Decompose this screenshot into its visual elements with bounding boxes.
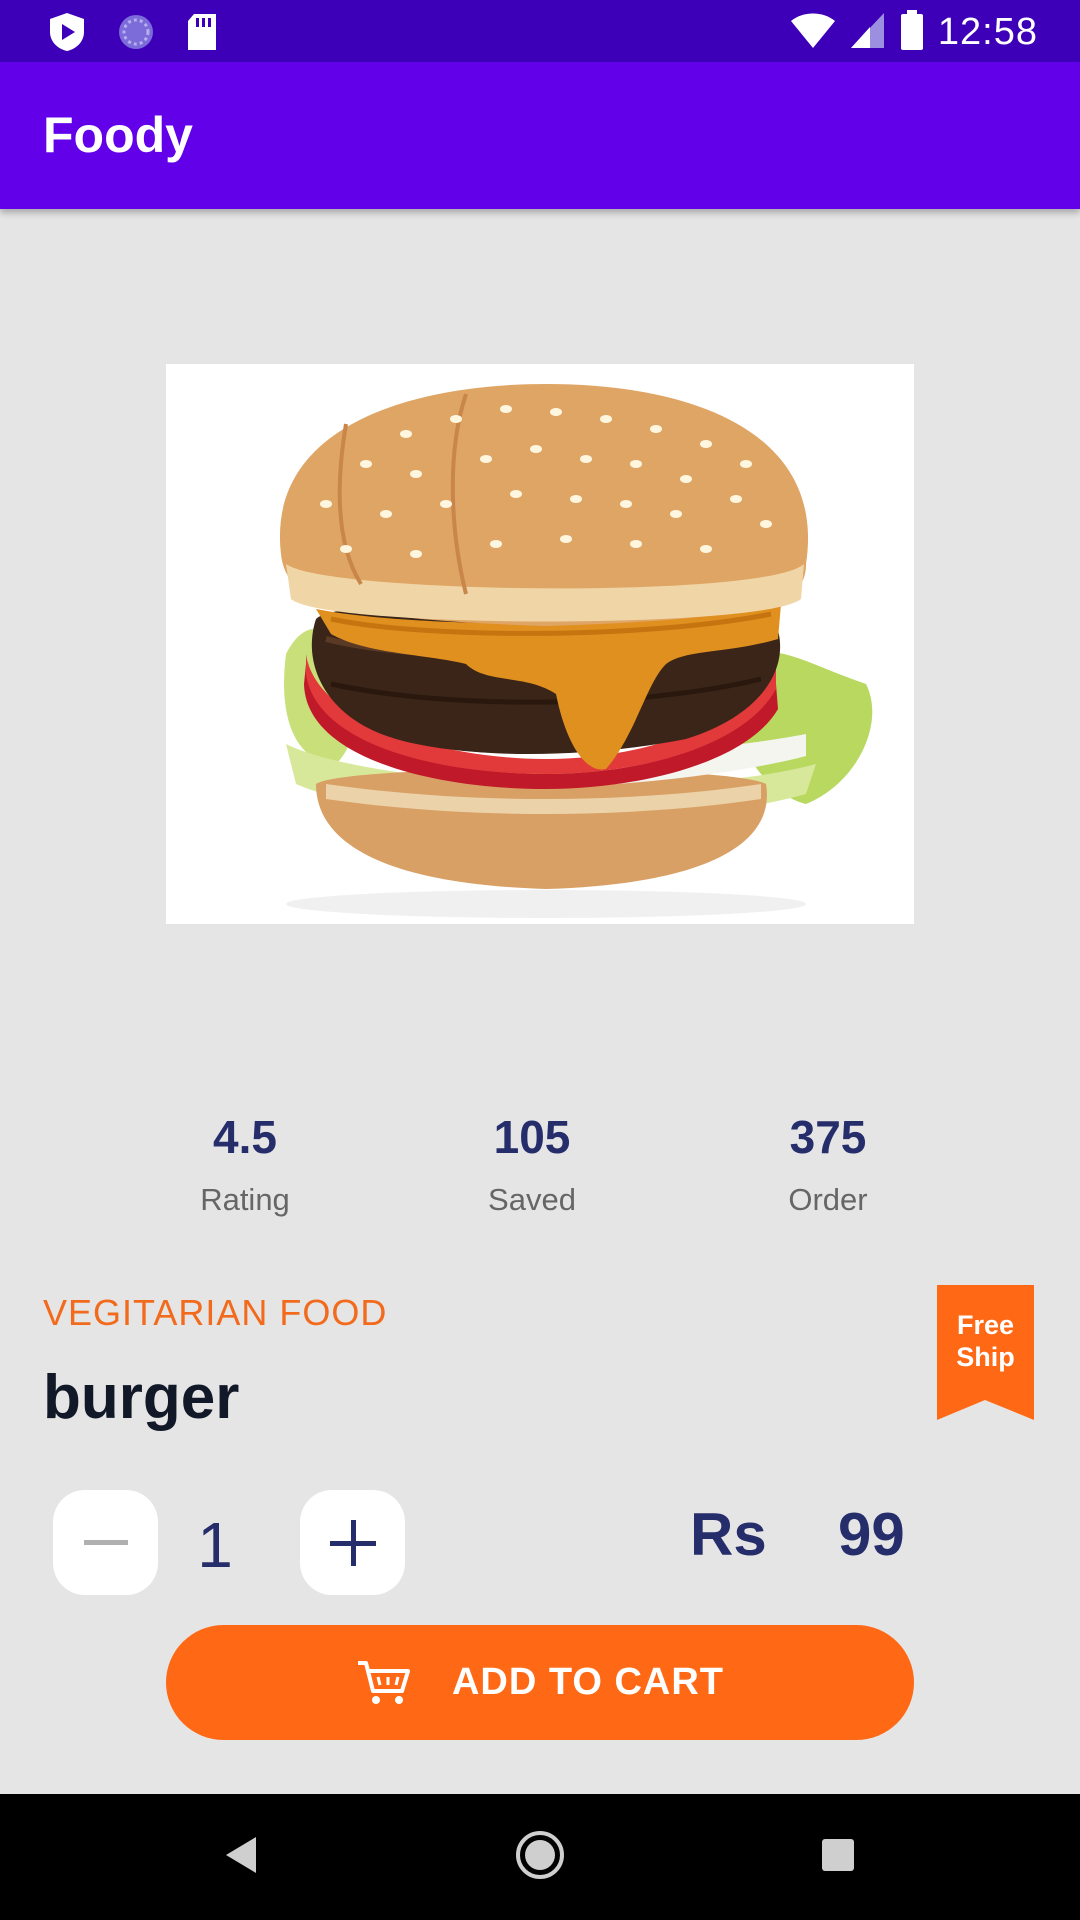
app-title: Foody: [43, 107, 193, 163]
order-value: 375: [789, 1111, 867, 1163]
cart-icon: [357, 1660, 410, 1704]
battery-icon: [900, 10, 924, 55]
quantity-value: 1: [197, 1509, 233, 1581]
navigation-bar: [0, 1794, 1080, 1920]
stat-rating: 4.5 Rating: [135, 1110, 355, 1218]
home-icon[interactable]: [515, 1830, 565, 1880]
saved-label: Saved: [488, 1182, 576, 1217]
price-amount: 99: [838, 1501, 905, 1568]
free-ship-text: Free Ship: [937, 1309, 1034, 1373]
shield-play-icon: [48, 12, 86, 57]
price-currency: Rs: [690, 1501, 767, 1568]
rating-label: Rating: [200, 1182, 290, 1217]
app-bar: Foody: [0, 62, 1080, 209]
decrease-quantity-button[interactable]: [53, 1490, 158, 1595]
status-bar-left: [48, 12, 218, 57]
status-bar-right: 12:58: [790, 10, 1038, 55]
stats-row: 4.5 Rating 105 Saved 375 Order: [0, 1110, 1080, 1220]
stat-saved: 105 Saved: [422, 1110, 642, 1218]
food-name: burger: [43, 1363, 240, 1432]
plus-icon: [329, 1519, 376, 1566]
burger-image: [166, 364, 914, 924]
add-to-cart-label: ADD TO CART: [451, 1661, 725, 1703]
stat-order: 375 Order: [718, 1110, 938, 1218]
wifi-icon: [790, 11, 836, 54]
back-icon[interactable]: [224, 1835, 258, 1875]
food-category: VEGITARIAN FOOD: [43, 1292, 388, 1333]
sd-card-icon: [186, 13, 218, 56]
increase-quantity-button[interactable]: [300, 1490, 405, 1595]
status-time: 12:58: [937, 11, 1038, 53]
recents-icon[interactable]: [821, 1838, 855, 1872]
order-label: Order: [788, 1182, 868, 1217]
minus-icon: [83, 1539, 128, 1545]
rating-value: 4.5: [213, 1111, 277, 1163]
badge-line-2: Ship: [956, 1342, 1015, 1372]
badge-line-1: Free: [956, 1310, 1015, 1340]
add-to-cart-button[interactable]: ADD TO CART: [166, 1625, 914, 1740]
saved-value: 105: [493, 1111, 571, 1163]
status-bar: 12:58: [0, 0, 1080, 62]
signal-icon: [850, 11, 886, 54]
loading-circle-icon: [116, 12, 156, 57]
